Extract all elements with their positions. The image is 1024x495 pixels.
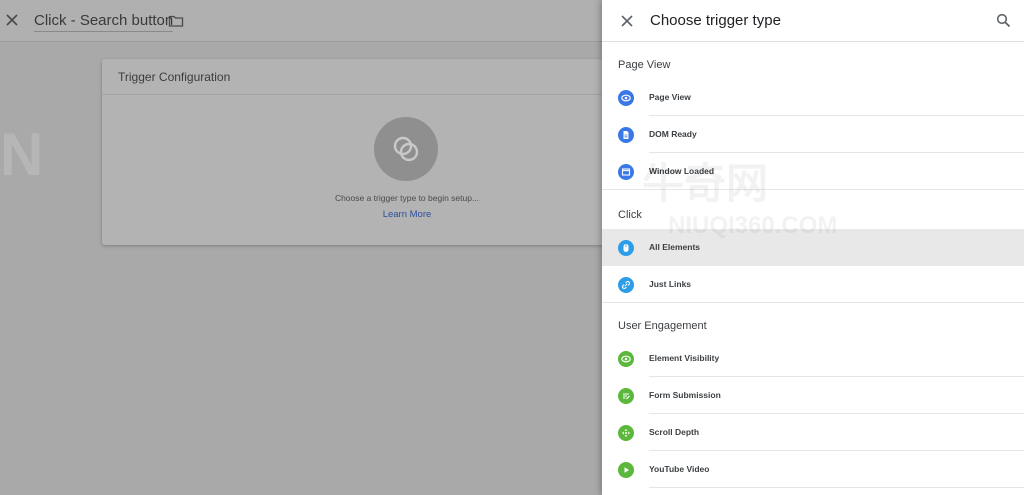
panel-header: Choose trigger type [602, 0, 1024, 42]
divider [602, 189, 1024, 190]
editor-header: Click - Search button [0, 0, 602, 42]
close-icon[interactable] [620, 14, 634, 28]
form-icon [618, 388, 634, 404]
document-icon [618, 127, 634, 143]
trigger-item-page-view[interactable]: Page View [602, 79, 1024, 116]
trigger-item-label: Element Visibility [649, 353, 720, 363]
link-icon [618, 277, 634, 293]
trigger-editor: Click - Search button N 牛奇网 NIUQI360.COM… [0, 0, 602, 495]
trigger-item-scroll-depth[interactable]: Scroll Depth [602, 414, 1024, 451]
section-title-click: Click [618, 209, 642, 221]
trigger-name[interactable]: Click - Search button [34, 12, 174, 32]
eye-icon [618, 90, 634, 106]
trigger-item-label: All Elements [649, 242, 701, 252]
trigger-item-just-links[interactable]: Just Links [602, 266, 1024, 303]
card-body: Choose a trigger type to begin setup... … [102, 95, 602, 245]
trigger-item-label: Scroll Depth [649, 427, 700, 437]
watermark-logo: N [0, 121, 44, 188]
trigger-item-label: Page View [649, 92, 691, 102]
trigger-item-form-submission[interactable]: Form Submission [602, 377, 1024, 414]
section-title-page-view: Page View [618, 59, 671, 71]
trigger-item-label: YouTube Video [649, 464, 710, 474]
window-icon [618, 164, 634, 180]
setup-hint: Choose a trigger type to begin setup... [334, 193, 480, 203]
search-icon[interactable] [996, 13, 1011, 28]
panel-title: Choose trigger type [650, 12, 781, 29]
scroll-icon [618, 425, 634, 441]
trigger-item-label: Form Submission [649, 390, 721, 400]
trigger-item-label: Window Loaded [649, 166, 715, 176]
trigger-item-window-loaded[interactable]: Window Loaded [602, 153, 1024, 190]
trigger-configuration-card[interactable]: Trigger Configuration Choose a trigger t… [102, 59, 602, 245]
trigger-item-label: Just Links [649, 279, 692, 289]
trigger-item-element-visibility[interactable]: Element Visibility [602, 340, 1024, 377]
trigger-item-label: DOM Ready [649, 129, 697, 139]
trigger-placeholder-icon[interactable] [374, 117, 438, 181]
trigger-item-all-elements[interactable]: All Elements [602, 229, 1024, 266]
close-icon[interactable] [4, 12, 20, 28]
learn-more-link[interactable]: Learn More [102, 209, 602, 220]
mouse-icon [618, 240, 634, 256]
trigger-item-dom-ready[interactable]: DOM Ready [602, 116, 1024, 153]
trigger-item-youtube-video[interactable]: YouTube Video [602, 451, 1024, 488]
play-icon [618, 462, 634, 478]
folder-icon[interactable] [168, 13, 184, 29]
eye-icon [618, 351, 634, 367]
choose-trigger-type-panel: Choose trigger type Page View Page View … [602, 0, 1024, 495]
card-title: Trigger Configuration [102, 59, 602, 95]
divider [649, 487, 1024, 488]
divider [602, 302, 1024, 303]
section-title-user-engagement: User Engagement [618, 320, 707, 332]
